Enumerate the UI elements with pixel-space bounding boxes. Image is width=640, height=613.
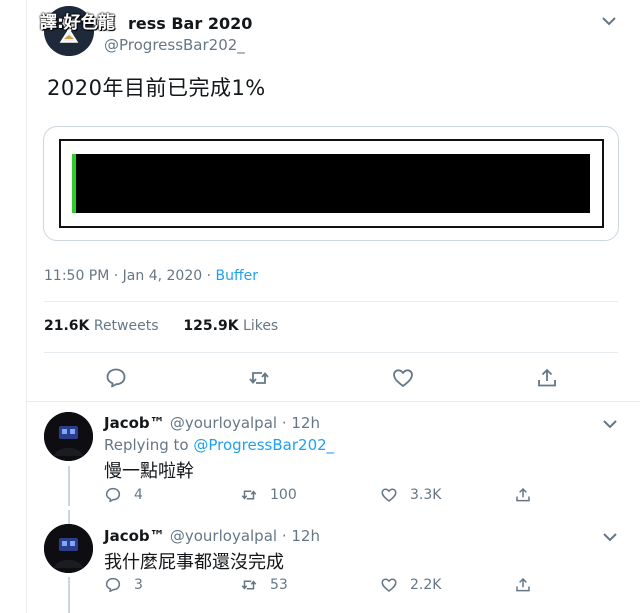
reply-author-handle: @yourloyalpal · 12h bbox=[169, 527, 320, 545]
heart-icon[interactable] bbox=[391, 366, 415, 390]
thread-line bbox=[68, 510, 70, 524]
reply-text: 我什麼屁事都還沒完成 bbox=[104, 552, 284, 573]
retweets-stat[interactable]: 21.6K Retweets bbox=[44, 318, 159, 334]
chevron-down-icon[interactable] bbox=[601, 417, 619, 431]
chevron-down-icon[interactable] bbox=[600, 14, 618, 28]
divider bbox=[44, 352, 618, 353]
retweets-label: Retweets bbox=[93, 318, 159, 334]
heart-icon bbox=[381, 578, 397, 592]
divider bbox=[44, 301, 618, 302]
tweet-meta: 11:50 PM · Jan 4, 2020 · Buffer bbox=[44, 268, 258, 284]
retweet-icon bbox=[241, 580, 257, 590]
retweet-icon[interactable] bbox=[247, 366, 271, 390]
share-icon[interactable] bbox=[535, 366, 559, 390]
thread-line bbox=[68, 466, 70, 506]
tweet-source-link[interactable]: Buffer bbox=[216, 268, 259, 284]
reply-avatar[interactable] bbox=[44, 524, 93, 573]
reply-like-count: 3.3K bbox=[410, 487, 442, 503]
reply-author-name: Jacob™ bbox=[104, 527, 165, 545]
retweets-count: 21.6K bbox=[44, 318, 90, 334]
comment-icon[interactable] bbox=[104, 366, 128, 390]
tweet-stats: 21.6K Retweets 125.9K Likes bbox=[44, 318, 278, 334]
divider bbox=[27, 401, 640, 402]
comment-icon bbox=[105, 487, 121, 503]
reply-text: 慢一點啦幹 bbox=[104, 461, 194, 482]
user-handle[interactable]: @ProgressBar202_ bbox=[104, 36, 245, 54]
reply-author[interactable]: Jacob™ @yourloyalpal · 12h bbox=[104, 527, 320, 545]
reply-retweet-count: 100 bbox=[270, 487, 297, 503]
reply-author[interactable]: Jacob™ @yourloyalpal · 12h bbox=[104, 414, 320, 432]
reply-author-handle: @yourloyalpal · 12h bbox=[169, 414, 320, 432]
replying-to-label: Replying to bbox=[104, 436, 189, 454]
share-icon[interactable] bbox=[514, 576, 532, 594]
reply-like-action[interactable]: 3.3K bbox=[380, 486, 441, 504]
reply-comment-count: 3 bbox=[134, 577, 143, 593]
avatar-image-icon bbox=[44, 524, 93, 573]
share-icon[interactable] bbox=[514, 486, 532, 504]
tweet-timestamp: 11:50 PM · Jan 4, 2020 · bbox=[44, 268, 212, 284]
progress-bar-track bbox=[72, 154, 590, 213]
replying-to-mention[interactable]: @ProgressBar202_ bbox=[193, 436, 334, 454]
avatar-image-icon bbox=[44, 412, 93, 461]
reply-avatar[interactable] bbox=[44, 412, 93, 461]
replying-to: Replying to @ProgressBar202_ bbox=[104, 436, 334, 454]
reply-comment-action[interactable]: 3 bbox=[104, 576, 143, 594]
reply-comment-count: 4 bbox=[134, 487, 143, 503]
reply-like-action[interactable]: 2.2K bbox=[380, 576, 441, 594]
retweet-icon bbox=[241, 490, 257, 500]
thread-line bbox=[68, 577, 70, 613]
progress-bar-fill bbox=[72, 154, 76, 213]
reply-author-name: Jacob™ bbox=[104, 414, 165, 432]
likes-stat[interactable]: 125.9K Likes bbox=[183, 318, 278, 334]
reply-retweet-action[interactable]: 100 bbox=[240, 486, 297, 504]
reply-retweet-action[interactable]: 53 bbox=[240, 576, 288, 594]
reply-like-count: 2.2K bbox=[410, 577, 442, 593]
translator-watermark: 譯:好色龍 bbox=[40, 13, 115, 33]
reply-retweet-count: 53 bbox=[270, 577, 288, 593]
chevron-down-icon[interactable] bbox=[601, 530, 619, 544]
reply-comment-action[interactable]: 4 bbox=[104, 486, 143, 504]
heart-icon bbox=[381, 488, 397, 502]
comment-icon bbox=[105, 577, 121, 593]
likes-label: Likes bbox=[243, 318, 279, 334]
likes-count: 125.9K bbox=[183, 318, 239, 334]
display-name[interactable]: ress Bar 2020 bbox=[128, 14, 252, 33]
tweet-text: 2020年目前已完成1% bbox=[47, 76, 266, 100]
